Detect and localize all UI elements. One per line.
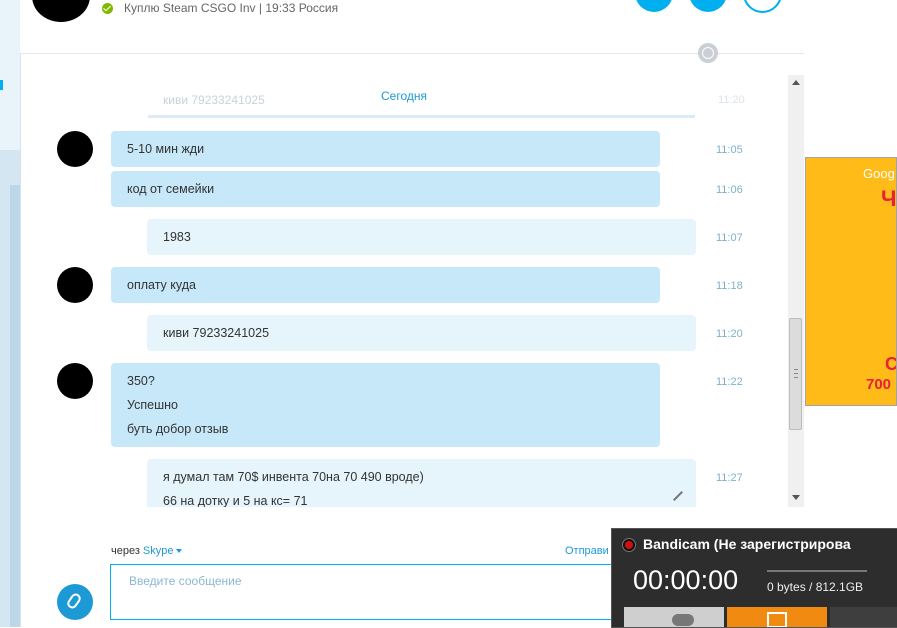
device-mode-tab[interactable] xyxy=(830,607,897,627)
scrollbar-thumb[interactable] xyxy=(789,318,802,430)
ad-text-price: 700 xyxy=(866,376,892,393)
sender-avatar[interactable] xyxy=(57,267,93,303)
message-time: 11:06 xyxy=(716,184,743,196)
message-time: 11:27 xyxy=(716,472,743,484)
scrollbar-grip-icon xyxy=(794,369,798,378)
add-participants-button[interactable] xyxy=(743,0,782,13)
bandicam-title: Bandicam (Не зарегистрирова xyxy=(643,536,851,552)
message-text: 66 на дотку и 5 на кс= 71 xyxy=(163,494,308,507)
message-text: 5-10 мин жди xyxy=(127,142,205,156)
message-text: Успешно xyxy=(127,398,178,412)
message-time: 11:22 xyxy=(716,376,743,388)
send-via-service[interactable]: Skype xyxy=(143,545,174,557)
ad-text-headline: Ч xyxy=(881,186,897,211)
advertisement-banner[interactable]: Goog Ч С 700 xyxy=(805,157,897,406)
conversation-scrollbar[interactable] xyxy=(788,75,804,507)
game-mode-tab[interactable] xyxy=(624,607,724,627)
date-separator: Сегодня xyxy=(381,89,427,103)
message-time: 11:05 xyxy=(716,144,743,156)
globe-icon[interactable] xyxy=(698,43,718,63)
sidebar-marker xyxy=(0,80,3,90)
file-size-bar xyxy=(767,570,867,572)
message-time: 11:07 xyxy=(716,232,743,244)
video-call-button[interactable] xyxy=(635,0,673,12)
audio-call-button[interactable] xyxy=(689,0,727,12)
gamepad-icon xyxy=(672,614,694,626)
contact-avatar[interactable] xyxy=(32,0,90,22)
message-text: киви 79233241025 xyxy=(163,326,270,340)
mood-message: Куплю Steam CSGO Inv xyxy=(124,1,256,15)
ad-text-brand: Goog xyxy=(863,166,895,181)
bandicam-overlay[interactable]: Bandicam (Не зарегистрирова 00:00:00 0 b… xyxy=(611,528,897,628)
message-time: 11:18 xyxy=(716,280,743,292)
file-size-readout: 0 bytes / 812.1GB xyxy=(767,580,864,594)
online-status-icon xyxy=(102,3,113,14)
message-time: 11:20 xyxy=(716,328,743,340)
message-input[interactable] xyxy=(127,573,611,589)
conversation-pane: киви 79233241025 11:20 Сегодня 5-10 мин … xyxy=(20,75,788,507)
screen-mode-tab[interactable] xyxy=(727,607,827,627)
message-text: 1983 xyxy=(163,230,191,244)
message-bubble-outgoing[interactable]: 1983 xyxy=(147,219,696,255)
sidebar-inner-panel xyxy=(10,185,20,627)
message-bubble-outgoing[interactable]: я думал там 70$ инвента 70на 70 490 врод… xyxy=(147,459,696,507)
mood-separator: | xyxy=(258,1,262,15)
chat-header: Куплю Steam CSGO Inv | 19:33 Россия xyxy=(20,0,804,63)
contact-location: Россия xyxy=(298,1,339,15)
recording-timer: 00:00:00 xyxy=(633,565,739,595)
message-bubble-incoming[interactable]: оплату куда xyxy=(111,267,660,303)
message-text: код от семейки xyxy=(127,182,215,196)
message-text: 350? xyxy=(127,374,155,388)
send-sms-link[interactable]: Отправи xyxy=(565,545,609,557)
message-bubble-incoming[interactable]: 350? Успешно буть добор отзыв xyxy=(111,363,660,447)
contact-mood-line: Куплю Steam CSGO Inv | 19:33 Россия xyxy=(124,1,338,15)
left-sidebar-edge xyxy=(0,0,21,627)
send-via-selector[interactable]: через Skype xyxy=(111,545,183,557)
send-via-label: через xyxy=(111,545,140,557)
chevron-down-icon[interactable] xyxy=(176,549,183,554)
message-bubble-outgoing[interactable]: киви 79233241025 xyxy=(147,315,696,351)
message-input-box[interactable] xyxy=(110,564,630,620)
record-icon[interactable] xyxy=(622,538,636,552)
paperclip-icon[interactable] xyxy=(57,584,93,620)
scroll-up-arrow-icon[interactable] xyxy=(792,80,800,85)
scroll-down-arrow-icon[interactable] xyxy=(792,495,800,500)
sender-avatar[interactable] xyxy=(57,131,93,167)
message-text: буть добор отзыв xyxy=(127,422,229,436)
message-text: я думал там 70$ инвента 70на 70 490 врод… xyxy=(163,470,424,484)
message-bubble-incoming[interactable]: 5-10 мин жди xyxy=(111,131,660,167)
ghost-message-edge xyxy=(148,115,695,118)
message-text: оплату куда xyxy=(127,278,196,292)
local-time: 19:33 xyxy=(265,1,296,15)
message-bubble-incoming[interactable]: код от семейки xyxy=(111,171,660,207)
ad-text-offer: С xyxy=(885,354,897,374)
sender-avatar[interactable] xyxy=(57,363,93,399)
screen-rectangle-icon xyxy=(767,612,787,627)
